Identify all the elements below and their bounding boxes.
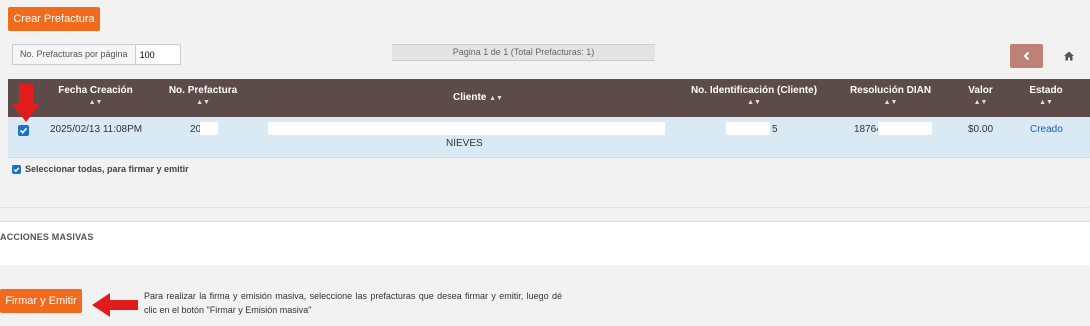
redaction-mask (200, 122, 218, 135)
table-row[interactable]: 2025/02/13 11:08PM 20 NIEVES 5 18764 $0.… (8, 117, 1090, 158)
cell-valor: $0.00 (968, 124, 994, 135)
redaction-mask (268, 122, 665, 135)
cell-estado-link[interactable]: Creado (1030, 124, 1063, 135)
create-prefactura-button[interactable]: Crear Prefactura (8, 7, 100, 31)
header-valor[interactable]: Valor ▲▼ (958, 79, 1003, 117)
redaction-mask (878, 122, 932, 135)
checkmark-icon (13, 166, 20, 172)
header-cliente-label: Cliente ▲▼ (453, 92, 503, 103)
per-page-control: No. Prefacturas por página (12, 44, 181, 65)
pagination-status: Pagina 1 de 1 (Total Prefacturas: 1) (392, 44, 655, 61)
table-header: Fecha Creación ▲▼ No. Prefactura ▲▼ Clie… (8, 79, 1090, 117)
per-page-input[interactable] (135, 45, 180, 64)
header-identificacion-label: No. Identificación (Cliente) (690, 85, 818, 96)
header-prefactura-label: No. Prefactura (168, 85, 238, 96)
select-all-checkbox[interactable] (12, 164, 21, 174)
cell-identificacion: 5 (772, 124, 778, 135)
cell-fecha: 2025/02/13 11:08PM (50, 124, 143, 135)
select-all-control[interactable]: Seleccionar todas, para firmar y emitir (12, 164, 189, 174)
per-page-label: No. Prefacturas por página (13, 45, 136, 64)
cell-cliente-line2: NIEVES (446, 138, 483, 149)
sort-icon[interactable]: ▲▼ (843, 99, 938, 106)
prefacturas-table: Fecha Creación ▲▼ No. Prefactura ▲▼ Clie… (8, 79, 1090, 158)
redaction-mask (726, 122, 770, 135)
sort-icon[interactable]: ▲▼ (48, 99, 143, 106)
select-all-label: Seleccionar todas, para firmar y emitir (25, 164, 189, 174)
sort-icon[interactable]: ▲▼ (489, 95, 503, 102)
row-checkbox[interactable] (18, 125, 29, 136)
sort-icon[interactable]: ▲▼ (688, 99, 820, 106)
sort-icon[interactable]: ▲▼ (158, 99, 248, 106)
header-resolucion-label: Resolución DIAN (849, 85, 932, 96)
sort-icon[interactable]: ▲▼ (1020, 99, 1072, 106)
header-prefactura[interactable]: No. Prefactura ▲▼ (158, 79, 248, 117)
sign-and-issue-button[interactable]: Firmar y Emitir (0, 289, 82, 313)
header-fecha[interactable]: Fecha Creación ▲▼ (48, 79, 143, 117)
header-estado[interactable]: Estado ▲▼ (1020, 79, 1072, 117)
home-icon[interactable] (1062, 49, 1076, 63)
header-identificacion[interactable]: No. Identificación (Cliente) ▲▼ (688, 79, 820, 117)
bulk-actions-panel (0, 221, 1090, 265)
header-cliente[interactable]: Cliente ▲▼ (408, 79, 548, 117)
sort-icon[interactable]: ▲▼ (958, 99, 1003, 106)
bulk-info-text: Para realizar la firma y emisión masiva,… (144, 291, 562, 315)
header-resolucion[interactable]: Resolución DIAN ▲▼ (843, 79, 938, 117)
divider (0, 207, 1090, 208)
chevron-left-icon (1023, 51, 1029, 61)
red-arrow-annotation (92, 293, 138, 317)
checkmark-icon (19, 127, 28, 134)
bulk-actions-title: ACCIONES MASIVAS (0, 232, 94, 242)
header-fecha-label: Fecha Creación (58, 85, 133, 96)
back-button[interactable] (1010, 44, 1043, 68)
red-arrow-annotation (12, 84, 40, 122)
header-estado-label: Estado (1029, 85, 1063, 96)
header-valor-label: Valor (968, 85, 993, 96)
